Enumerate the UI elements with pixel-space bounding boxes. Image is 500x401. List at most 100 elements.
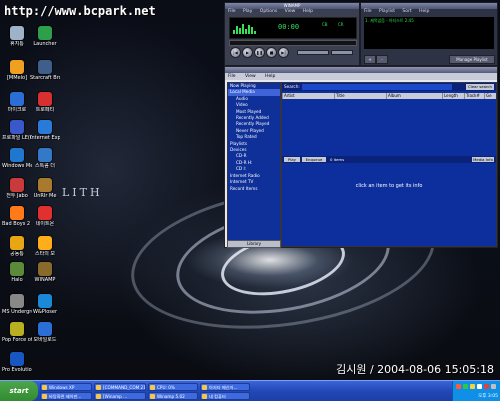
desktop-icon[interactable]: Halo [2, 262, 32, 283]
desktop-icon[interactable]: [MMelo] [2, 60, 32, 81]
winamp-seek-bar[interactable] [229, 40, 357, 46]
manage-playlist-button[interactable]: Manage Playlist [449, 55, 495, 64]
taskbar-button-label: Winamp 5.02 [157, 394, 185, 399]
application-icon [10, 236, 24, 250]
winamp-menu-view[interactable]: View [285, 9, 296, 14]
winamp-library-window[interactable]: File View Help Now Playing Local Media Aud… [224, 66, 498, 248]
watermark-url: http://www.bcpark.net [4, 4, 156, 18]
desktop-icon-label: 프로파일 LE(Game) [2, 135, 32, 141]
media-info-button[interactable]: Media Info [472, 157, 494, 162]
winamp-prev-button[interactable]: |◀ [230, 47, 241, 58]
desktop-icon[interactable]: 마이크로 [2, 92, 32, 113]
library-button[interactable]: Library [227, 240, 281, 248]
winamp-menu-play[interactable]: Play [243, 9, 252, 14]
taskbar-app-icon [42, 394, 47, 399]
playlist-menu-file[interactable]: File [364, 9, 372, 14]
library-menu-file[interactable]: File [228, 74, 236, 79]
library-menu-help[interactable]: Help [265, 74, 275, 79]
application-icon [38, 178, 52, 192]
desktop-icon[interactable]: Windows Media Player [2, 148, 32, 169]
winamp-balance-slider[interactable] [331, 50, 353, 55]
desktop-icon[interactable]: 모바일로드 [30, 322, 60, 343]
application-icon [38, 26, 52, 40]
tray-icon[interactable] [463, 384, 468, 389]
playlist-add-button[interactable]: + [364, 55, 376, 64]
playlist-list[interactable]: 1. 제목없음 - 아티스트 2:45 [364, 17, 494, 49]
desktop-icon[interactable]: UnRIr Me [30, 178, 60, 199]
application-icon [38, 262, 52, 276]
winamp-menu-file[interactable]: File [228, 9, 236, 14]
desktop-icon[interactable]: 공동통 [2, 236, 32, 257]
taskbar-app-icon [96, 385, 101, 390]
desktop-icon[interactable]: Internet Explorer [30, 120, 60, 141]
desktop-icon[interactable]: 스톡콤 더 [30, 148, 60, 169]
winamp-menu-options[interactable]: Options [260, 9, 277, 14]
application-icon [10, 322, 24, 336]
tray-icon[interactable] [470, 384, 475, 389]
tray-icon[interactable] [484, 384, 489, 389]
winamp-volume-slider[interactable] [297, 50, 329, 55]
desktop-icon[interactable]: 전투 Jabo [2, 178, 32, 199]
application-icon [38, 92, 52, 106]
library-menu-view[interactable]: View [245, 74, 256, 79]
taskbar-button[interactable]: Winamp 5.02 [148, 392, 198, 400]
winamp-next-button[interactable]: ▶| [278, 47, 289, 58]
desktop-icon-label: Internet Explorer [30, 135, 60, 141]
playlist-menu-help[interactable]: Help [419, 9, 429, 14]
taskbar-button[interactable]: 내 컴퓨터 [200, 392, 250, 400]
library-item-list[interactable] [282, 99, 496, 155]
desktop-icon[interactable]: 네이트온 [30, 206, 60, 227]
taskbar-app-icon [42, 385, 47, 390]
desktop-icon[interactable]: 휴지통 [2, 26, 32, 47]
taskbar-button[interactable]: [Winamp ... [94, 392, 146, 400]
winamp-stop-button[interactable]: ■ [266, 47, 277, 58]
desktop-icon-label: WINAMP [34, 277, 56, 283]
playlist-menu-sort[interactable]: Sort [402, 9, 411, 14]
taskbar-button[interactable]: CPU: 0% [148, 383, 198, 391]
play-button[interactable]: Play [284, 157, 300, 162]
enqueue-button[interactable]: Enqueue [302, 157, 326, 162]
desktop-icon[interactable]: 트로페티 [30, 92, 60, 113]
desktop-icon[interactable]: MS Underground [2, 294, 32, 315]
search-input[interactable] [302, 84, 452, 90]
desktop-icon[interactable]: WINAMP [30, 262, 60, 283]
taskbar-button[interactable]: Windows XP [40, 383, 92, 391]
winamp-play-button[interactable]: ▶ [242, 47, 253, 58]
desktop-icon[interactable]: 프로파일 LE(Game) [2, 120, 32, 141]
winamp-pause-button[interactable]: ❚❚ [254, 47, 265, 58]
desktop-icon[interactable]: Launcher [30, 26, 60, 47]
taskbar-app-icon [202, 385, 207, 390]
taskbar-clock[interactable]: 오후 3:05 [478, 393, 498, 399]
winamp-main-window[interactable]: WINAMP File Play Options View Help 00:00… [224, 2, 360, 66]
winamp-playlist-window[interactable]: File Playlist Sort Help 1. 제목없음 - 아티스트 2… [360, 2, 498, 66]
taskbar-button[interactable]: [COMMAND_COM 210.205.226.70] [94, 383, 146, 391]
system-tray: 오후 3:05 [452, 381, 500, 401]
desktop-icon[interactable]: W&Ploser [30, 294, 60, 315]
winamp-time: 00:00 [278, 23, 300, 31]
application-icon [10, 294, 24, 308]
library-action-bar: Play Enqueue 0 items Media Info [282, 156, 496, 163]
application-icon [38, 120, 52, 134]
desktop-icon-label: 휴지통 [10, 41, 24, 47]
playlist-menu-playlist[interactable]: Playlist [379, 9, 395, 14]
library-tree: Now Playing Local Media Audio Video Most Pla… [227, 82, 281, 242]
application-icon [10, 26, 24, 40]
winamp-visualizer [233, 22, 273, 34]
taskbar-button[interactable]: 아지타 메신저... [200, 383, 250, 391]
library-tree-item[interactable]: Record Items [228, 186, 280, 192]
clear-search-button[interactable]: Clear search [466, 84, 494, 90]
start-button[interactable]: start [0, 381, 38, 401]
taskbar: start Windows XP [COMMAND_COM 210.205.226… [0, 380, 500, 401]
desktop-icon[interactable]: Pop Force of Fence [2, 322, 32, 343]
playlist-item[interactable]: 1. 제목없음 - 아티스트 2:45 [365, 18, 493, 24]
winamp-menu-help[interactable]: Help [303, 9, 313, 14]
desktop-icon[interactable]: 스타의 모 [30, 236, 60, 257]
taskbar-button[interactable]: 바탕화면 제어판... [40, 392, 92, 400]
tray-icon[interactable] [491, 384, 496, 389]
playlist-remove-button[interactable]: - [376, 55, 388, 64]
desktop-icon[interactable]: Pro Evolution Soccer 3 [2, 352, 32, 373]
desktop-icon[interactable]: Starcraft Brood War [30, 60, 60, 81]
desktop-icon[interactable]: Bad Boys 2 Launcher [2, 206, 32, 227]
tray-icon[interactable] [477, 384, 482, 389]
tray-icon[interactable] [456, 384, 461, 389]
